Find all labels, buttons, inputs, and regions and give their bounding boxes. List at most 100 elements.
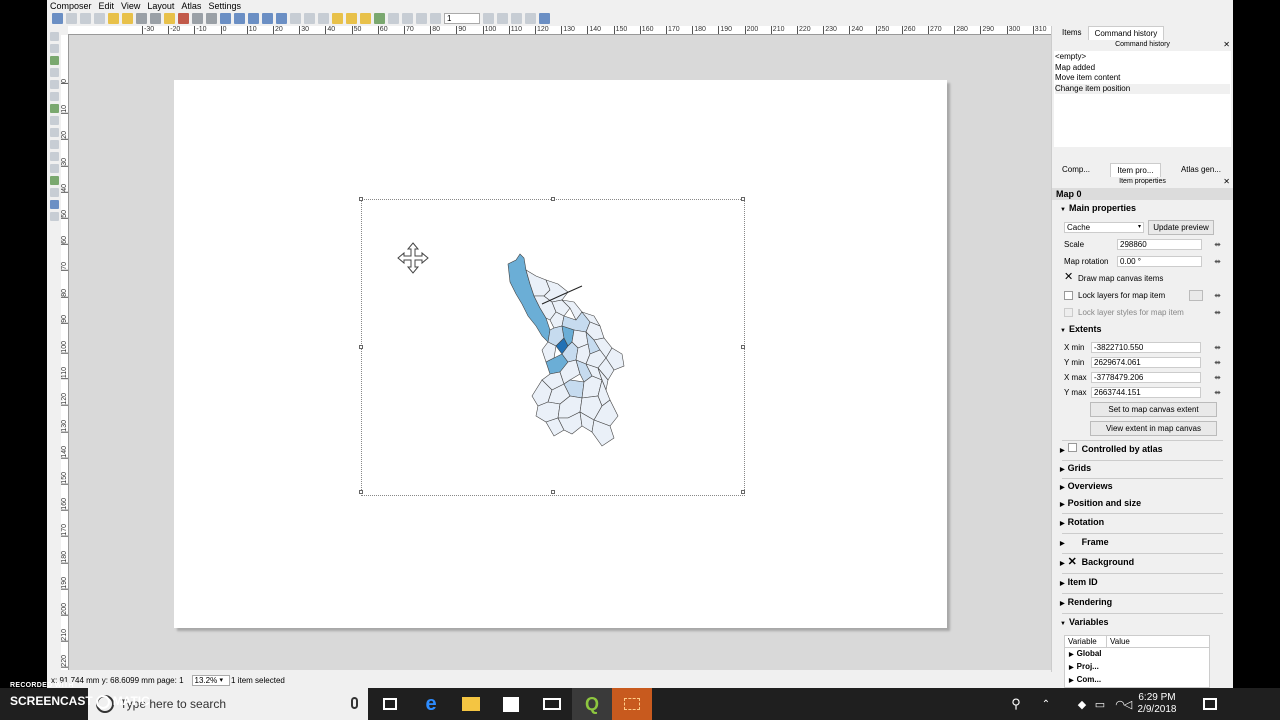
data-defined-icon[interactable]: ⬌ <box>1214 373 1221 382</box>
add-map-icon[interactable] <box>49 92 59 101</box>
save-icon[interactable] <box>52 13 63 24</box>
export-pdf-icon[interactable] <box>178 13 189 24</box>
data-defined-icon[interactable]: ⬌ <box>1214 358 1221 367</box>
layer-presets-icon[interactable] <box>1189 290 1203 301</box>
mail-icon[interactable] <box>532 688 572 720</box>
menu-atlas[interactable]: Atlas <box>181 1 201 11</box>
section-main-properties[interactable]: ▼ Main properties <box>1052 200 1233 219</box>
ymin-input[interactable]: 2629674.061 <box>1091 357 1201 368</box>
column-variable[interactable]: Variable <box>1065 636 1107 647</box>
page-paper[interactable] <box>174 80 947 628</box>
view-extent-button[interactable]: View extent in map canvas <box>1090 421 1217 436</box>
tab-command-history[interactable]: Command history <box>1087 26 1165 40</box>
menu-layout[interactable]: Layout <box>147 1 174 11</box>
section-variables[interactable]: ▼ Variables <box>1052 614 1233 633</box>
export-svg-icon[interactable] <box>164 13 175 24</box>
resize-handle-top-left[interactable] <box>359 197 363 201</box>
distribute-icon[interactable] <box>388 13 399 24</box>
frame-checkbox[interactable] <box>1068 536 1077 545</box>
menu-composer[interactable]: Composer <box>50 1 92 11</box>
menu-edit[interactable]: Edit <box>99 1 115 11</box>
zoom-tool-icon[interactable] <box>49 44 59 53</box>
atlas-page-input[interactable]: 1 <box>444 13 480 24</box>
xmin-input[interactable]: -3822710.550 <box>1091 342 1201 353</box>
xmax-input[interactable]: -3778479.206 <box>1091 372 1201 383</box>
store-icon[interactable] <box>491 688 531 720</box>
atlas-export-icon[interactable] <box>525 13 536 24</box>
history-item[interactable]: Move item content <box>1055 73 1230 84</box>
data-defined-icon[interactable]: ⬌ <box>1214 240 1221 249</box>
align-icon[interactable] <box>374 13 385 24</box>
data-defined-icon[interactable]: ⬌ <box>1214 308 1221 317</box>
undo-icon[interactable] <box>192 13 203 24</box>
resize-handle-top-right[interactable] <box>741 197 745 201</box>
atlas-checkbox[interactable] <box>1067 443 1077 452</box>
atlas-last-icon[interactable] <box>497 13 508 24</box>
add-html-icon[interactable] <box>49 212 59 221</box>
export-image-icon[interactable] <box>150 13 161 24</box>
data-defined-icon[interactable]: ⬌ <box>1214 291 1221 300</box>
pan-icon[interactable] <box>49 32 59 41</box>
section-position-size[interactable]: ▶ Position and size <box>1052 496 1233 513</box>
add-shape-icon[interactable] <box>49 152 59 161</box>
add-attribute-table-icon[interactable] <box>49 200 59 209</box>
section-overviews[interactable]: ▶ Overviews <box>1052 479 1233 496</box>
resize-handle-bottom-left[interactable] <box>359 490 363 494</box>
zoom-level-select[interactable]: 13.2% <box>191 674 230 686</box>
atlas-first-icon[interactable] <box>416 13 427 24</box>
refresh-icon[interactable] <box>276 13 287 24</box>
ungroup-icon[interactable] <box>318 13 329 24</box>
action-center-icon[interactable] <box>1190 688 1230 720</box>
open-template-icon[interactable] <box>108 13 119 24</box>
variable-scope-row[interactable]: ▶ Proj... <box>1065 661 1209 674</box>
variable-scope-row[interactable]: ▶ Global <box>1065 648 1209 661</box>
column-value[interactable]: Value <box>1107 636 1149 647</box>
section-background[interactable]: ▶ ✕ Background <box>1052 554 1233 573</box>
tab-composition[interactable]: Comp... <box>1056 163 1096 177</box>
add-scalebar-icon[interactable] <box>49 140 59 149</box>
atlas-preview-icon[interactable] <box>402 13 413 24</box>
lock-icon[interactable] <box>332 13 343 24</box>
tab-item-properties[interactable]: Item pro... <box>1110 163 1161 177</box>
file-explorer-icon[interactable] <box>451 688 491 720</box>
scale-input[interactable]: 298860 <box>1117 239 1202 250</box>
zoom-full-icon[interactable] <box>220 13 231 24</box>
menu-settings[interactable]: Settings <box>208 1 241 11</box>
tab-atlas-generation[interactable]: Atlas gen... <box>1175 163 1227 177</box>
composer-manager-icon[interactable] <box>94 13 105 24</box>
history-item[interactable]: Map added <box>1055 63 1230 74</box>
variable-scope-row[interactable]: ▶ Com... <box>1065 674 1209 687</box>
microphone-icon[interactable] <box>351 697 358 709</box>
atlas-settings-icon[interactable] <box>539 13 550 24</box>
resize-handle-bottom-right[interactable] <box>741 490 745 494</box>
close-icon[interactable]: ✕ <box>1223 177 1230 186</box>
print-composer-taskbar-icon[interactable] <box>612 688 652 720</box>
chevron-up-icon[interactable]: ⌃ <box>1026 688 1066 720</box>
map-item-0[interactable] <box>359 197 745 496</box>
unlock-icon[interactable] <box>346 13 357 24</box>
section-extents[interactable]: ▼ Extents <box>1052 321 1233 340</box>
tab-items[interactable]: Items <box>1056 26 1088 40</box>
update-preview-button[interactable]: Update preview <box>1148 220 1214 235</box>
section-rendering[interactable]: ▶ Rendering <box>1052 594 1233 613</box>
resize-handle-left[interactable] <box>359 345 363 349</box>
select-all-icon[interactable] <box>290 13 301 24</box>
data-defined-icon[interactable]: ⬌ <box>1214 343 1221 352</box>
zoom-out-icon[interactable] <box>262 13 273 24</box>
resize-handle-right[interactable] <box>741 345 745 349</box>
print-icon[interactable] <box>136 13 147 24</box>
checked-x-icon[interactable]: ✕ <box>1064 272 1073 283</box>
history-item[interactable]: <empty> <box>1055 52 1230 63</box>
redo-icon[interactable] <box>206 13 217 24</box>
atlas-print-icon[interactable] <box>511 13 522 24</box>
chevron-down-icon[interactable]: ▾ <box>220 676 224 684</box>
section-frame[interactable]: ▶ Frame <box>1052 534 1233 553</box>
preview-mode-select[interactable]: Cache ▾ <box>1064 222 1144 233</box>
lock-layers-checkbox[interactable] <box>1064 291 1073 300</box>
group-icon[interactable] <box>304 13 315 24</box>
composer-canvas[interactable] <box>69 35 1051 670</box>
duplicate-composer-icon[interactable] <box>80 13 91 24</box>
data-defined-icon[interactable]: ⬌ <box>1214 388 1221 397</box>
select-move-icon[interactable] <box>49 56 59 65</box>
add-arrow-icon[interactable] <box>49 176 59 185</box>
